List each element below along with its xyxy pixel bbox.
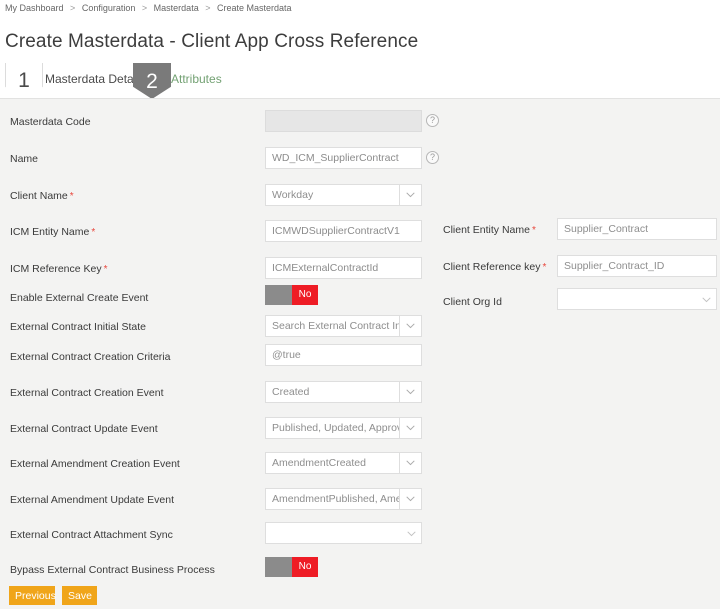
label-client-name: Client Name* <box>10 191 74 202</box>
external-contract-creation-event-value: Created <box>265 381 400 403</box>
toggle-knob <box>265 557 292 577</box>
chevron-down-icon <box>407 523 416 545</box>
external-contract-creation-criteria-input[interactable]: @true <box>265 344 422 366</box>
step-2-label: Attributes <box>171 72 222 86</box>
wizard-steps: 1 Masterdata Details 2 Attributes <box>0 63 720 99</box>
external-contract-attachment-sync-select[interactable] <box>265 522 422 544</box>
label-client-org-id: Client Org Id <box>443 297 502 308</box>
breadcrumb-item-create-masterdata: Create Masterdata <box>217 3 292 13</box>
label-external-contract-creation-criteria: External Contract Creation Criteria <box>10 352 170 363</box>
external-contract-initial-state-select[interactable]: Search External Contract Initial S <box>265 315 422 337</box>
label-external-contract-initial-state: External Contract Initial State <box>10 322 146 333</box>
enable-external-create-event-toggle[interactable]: No <box>265 285 318 305</box>
label-external-contract-creation-event: External Contract Creation Event <box>10 388 164 399</box>
masterdata-code-input <box>265 110 422 132</box>
step-2-number: 2 <box>133 63 171 99</box>
breadcrumb-item-my-dashboard[interactable]: My Dashboard <box>5 3 64 13</box>
label-client-reference-key: Client Reference key* <box>443 262 546 273</box>
label-name: Name <box>10 154 38 165</box>
client-org-id-select[interactable] <box>557 288 717 310</box>
client-entity-name-input[interactable]: Supplier_Contract <box>557 218 717 240</box>
label-icm-entity-name: ICM Entity Name* <box>10 227 95 238</box>
breadcrumb-separator: > <box>70 3 75 13</box>
breadcrumb-separator: > <box>142 3 147 13</box>
label-external-contract-update-event: External Contract Update Event <box>10 424 158 435</box>
name-input[interactable]: WD_ICM_SupplierContract <box>265 147 422 169</box>
label-bypass-external-contract-business-process: Bypass External Contract Business Proces… <box>10 565 215 576</box>
toggle-knob <box>265 285 292 305</box>
label-external-amendment-creation-event: External Amendment Creation Event <box>10 459 180 470</box>
help-icon[interactable]: ? <box>426 114 439 127</box>
breadcrumb-separator: > <box>205 3 210 13</box>
chevron-down-icon <box>400 417 422 439</box>
external-contract-creation-event-select[interactable]: Created <box>265 381 422 403</box>
breadcrumb: My Dashboard > Configuration > Masterdat… <box>5 3 292 13</box>
toggle-state-label: No <box>292 557 318 577</box>
external-contract-initial-state-value: Search External Contract Initial S <box>265 315 400 337</box>
chevron-down-icon <box>400 488 422 510</box>
label-icm-reference-key: ICM Reference Key* <box>10 264 108 275</box>
toggle-state-label: No <box>292 285 318 305</box>
external-contract-update-event-value: Published, Updated, Approved, .. <box>265 417 400 439</box>
step-1-label: Masterdata Details <box>45 72 145 86</box>
help-icon[interactable]: ? <box>426 151 439 164</box>
external-contract-update-event-select[interactable]: Published, Updated, Approved, .. <box>265 417 422 439</box>
bypass-external-contract-business-process-toggle[interactable]: No <box>265 557 318 577</box>
chevron-down-icon <box>400 452 422 474</box>
external-amendment-update-event-select[interactable]: AmendmentPublished, Amend... <box>265 488 422 510</box>
chevron-down-icon <box>702 289 711 311</box>
label-external-contract-attachment-sync: External Contract Attachment Sync <box>10 530 173 541</box>
label-external-amendment-update-event: External Amendment Update Event <box>10 495 174 506</box>
icm-entity-name-input[interactable]: ICMWDSupplierContractV1 <box>265 220 422 242</box>
external-amendment-creation-event-value: AmendmentCreated <box>265 452 400 474</box>
page-title: Create Masterdata - Client App Cross Ref… <box>5 31 418 53</box>
label-enable-external-create-event: Enable External Create Event <box>10 293 148 304</box>
icm-reference-key-input[interactable]: ICMExternalContractId <box>265 257 422 279</box>
chevron-down-icon <box>400 184 422 206</box>
label-client-entity-name: Client Entity Name* <box>443 225 536 236</box>
label-masterdata-code: Masterdata Code <box>10 117 91 128</box>
client-name-value: Workday <box>265 184 400 206</box>
save-button[interactable]: Save <box>62 586 97 605</box>
breadcrumb-item-masterdata[interactable]: Masterdata <box>154 3 199 13</box>
breadcrumb-item-configuration[interactable]: Configuration <box>82 3 136 13</box>
chevron-down-icon <box>400 381 422 403</box>
external-amendment-update-event-value: AmendmentPublished, Amend... <box>265 488 400 510</box>
step-1-number: 1 <box>5 63 43 99</box>
masterdata-form: Masterdata Code ? Name WD_ICM_SupplierCo… <box>0 99 720 609</box>
previous-button[interactable]: Previous <box>9 586 55 605</box>
chevron-down-icon <box>400 315 422 337</box>
external-amendment-creation-event-select[interactable]: AmendmentCreated <box>265 452 422 474</box>
client-name-select[interactable]: Workday <box>265 184 422 206</box>
client-reference-key-input[interactable]: Supplier_Contract_ID <box>557 255 717 277</box>
